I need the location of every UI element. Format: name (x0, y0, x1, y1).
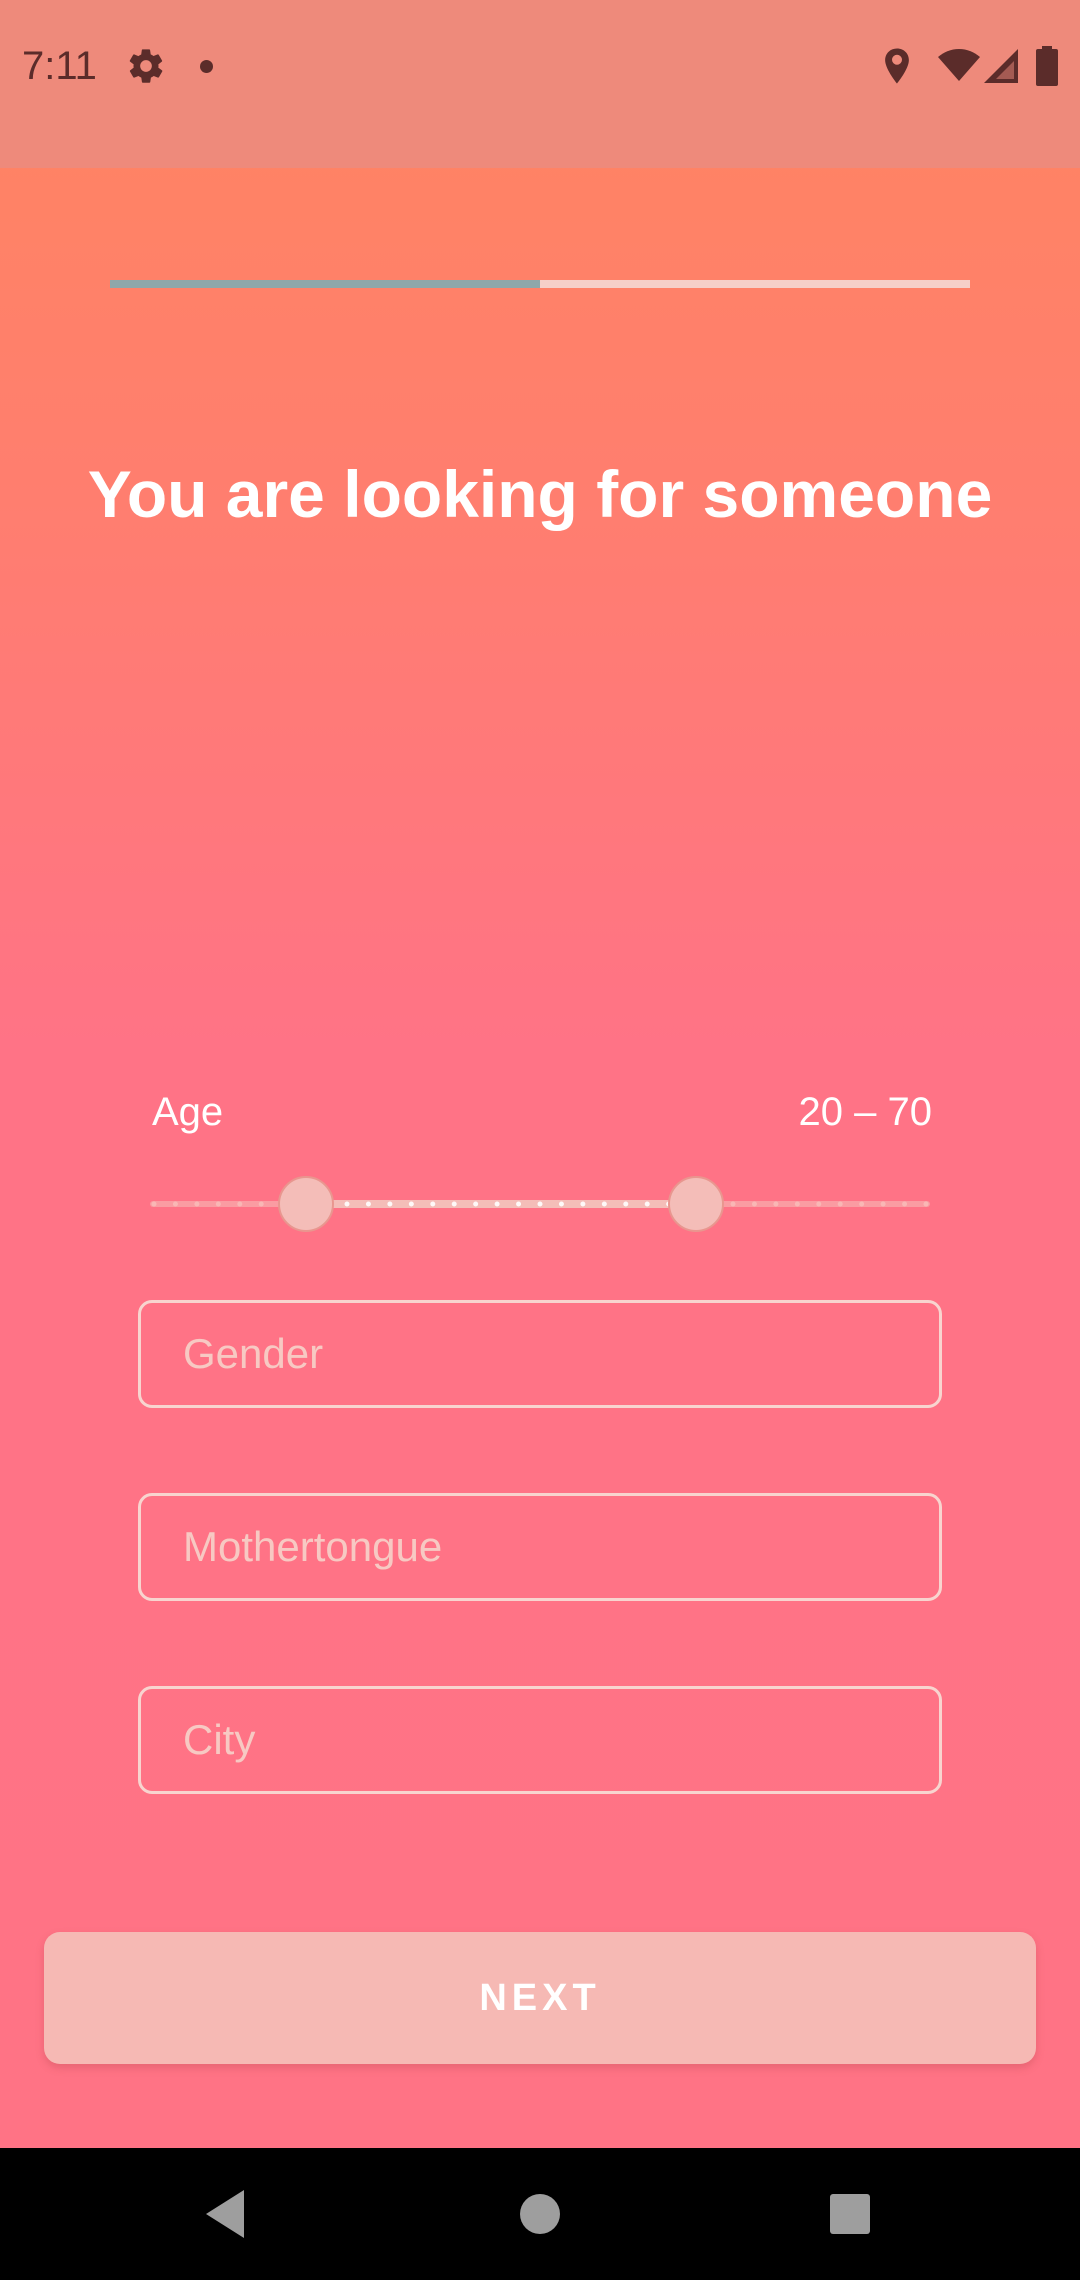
slider-tick (237, 1201, 243, 1207)
slider-tick (816, 1201, 822, 1207)
age-range-slider[interactable] (150, 1176, 930, 1232)
location-icon (885, 48, 909, 84)
battery-icon (1036, 46, 1058, 86)
city-field[interactable] (138, 1686, 942, 1794)
age-label: Age (152, 1090, 224, 1134)
mothertongue-field[interactable] (138, 1493, 942, 1601)
next-button[interactable]: NEXT (44, 1932, 1036, 2064)
slider-tick (623, 1201, 629, 1207)
screen: 7:11 You are looking for someone Age 20 … (0, 0, 1080, 2280)
age-max-thumb[interactable] (668, 1176, 724, 1232)
slider-tick (516, 1201, 522, 1207)
age-min-thumb[interactable] (278, 1176, 334, 1232)
slider-tick (494, 1201, 500, 1207)
slider-tick (644, 1201, 650, 1207)
slider-tick (172, 1201, 178, 1207)
gender-field[interactable] (138, 1300, 942, 1408)
step-progress-bar (110, 280, 970, 288)
step-progress-fill (110, 280, 540, 288)
slider-tick (880, 1201, 886, 1207)
slider-tick (473, 1201, 479, 1207)
slider-tick (430, 1201, 436, 1207)
slider-tick (730, 1201, 736, 1207)
status-bar: 7:11 (0, 0, 1080, 168)
slider-tick (773, 1201, 779, 1207)
slider-tick (558, 1201, 564, 1207)
cell-signal-icon (984, 49, 1018, 83)
recents-icon[interactable] (820, 2184, 880, 2244)
city-input[interactable] (183, 1689, 903, 1791)
slider-tick (151, 1201, 157, 1207)
slider-tick (580, 1201, 586, 1207)
slider-tick (751, 1201, 757, 1207)
home-icon[interactable] (510, 2184, 570, 2244)
slider-tick (194, 1201, 200, 1207)
slider-ticks (151, 1201, 929, 1207)
slider-tick (601, 1201, 607, 1207)
notification-dot-icon (200, 60, 213, 73)
slider-tick (215, 1201, 221, 1207)
slider-tick (344, 1201, 350, 1207)
slider-tick (537, 1201, 543, 1207)
navigation-bar (0, 2148, 1080, 2280)
slider-tick (258, 1201, 264, 1207)
slider-tick (451, 1201, 457, 1207)
gear-icon (129, 49, 163, 83)
slider-tick (902, 1201, 908, 1207)
slider-tick (365, 1201, 371, 1207)
slider-tick (794, 1201, 800, 1207)
slider-tick (923, 1201, 929, 1207)
status-time: 7:11 (22, 44, 97, 88)
slider-tick (837, 1201, 843, 1207)
slider-tick (859, 1201, 865, 1207)
back-icon[interactable] (196, 2184, 256, 2244)
mothertongue-input[interactable] (183, 1496, 903, 1598)
age-range-value: 20 – 70 (798, 1090, 932, 1134)
wifi-icon (938, 49, 980, 81)
gender-input[interactable] (183, 1303, 903, 1405)
page-title: You are looking for someone (87, 457, 993, 531)
slider-tick (408, 1201, 414, 1207)
slider-tick (387, 1201, 393, 1207)
